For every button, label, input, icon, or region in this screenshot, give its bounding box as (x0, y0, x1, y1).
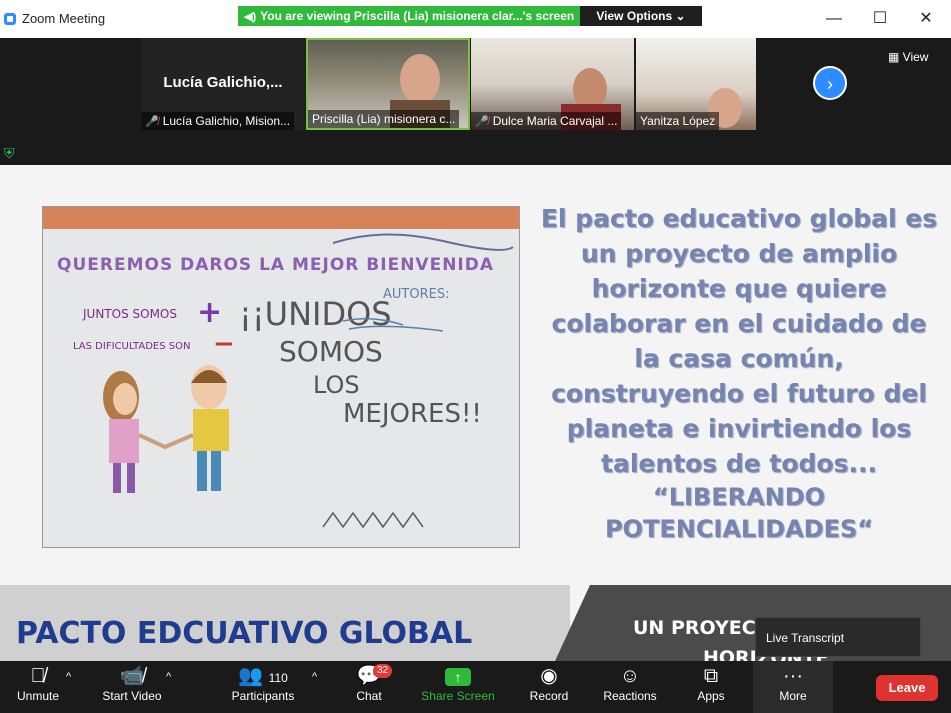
live-transcript-menu-item[interactable]: Live Transcript (755, 617, 921, 657)
close-button[interactable]: ✕ (914, 8, 938, 30)
record-icon: ◉ (540, 665, 558, 687)
drawing-photo: QUEREMOS DAROS LA MEJOR BIENVENIDA JUNTO… (42, 206, 520, 548)
video-tile[interactable]: Lucía Galichio,... 🎤̸ Lucía Galichio, Mis… (141, 38, 305, 130)
apps-icon: ⧉ (703, 665, 719, 687)
more-button[interactable]: ··· More (753, 661, 833, 713)
mic-muted-icon: 🎤̸ (475, 116, 489, 128)
slide-paragraph: El pacto educativo global es un proyecto… (540, 204, 938, 478)
more-dots-icon: ··· (783, 665, 803, 687)
maximize-button[interactable]: ☐ (868, 8, 892, 30)
mic-muted-icon: 🎤̸ (145, 116, 159, 128)
apps-button[interactable]: ⧉ Apps (690, 661, 732, 713)
chevron-right-icon: › (827, 74, 833, 94)
participant-name-label: 🎤̸ Dulce Maria Carvajal ... (471, 112, 622, 130)
view-options-button[interactable]: View Options ⌄ (580, 6, 702, 26)
chevron-down-icon: ⌄ (675, 9, 686, 23)
mic-muted-icon: 🎙̸ (30, 665, 46, 687)
screen-share-icon: ◀) (244, 11, 257, 23)
participants-button[interactable]: 👥 110 Participants (226, 661, 300, 713)
participant-name-label: Priscilla (Lia) misionera c... (308, 110, 460, 128)
start-video-button[interactable]: 📹̸ Start Video (98, 661, 166, 713)
participant-name-label: 🎤̸ Lucía Galichio, Mision... (141, 112, 295, 130)
video-tile-active-speaker[interactable]: Priscilla (Lia) misionera c... (306, 38, 470, 130)
view-button[interactable]: ▦ View (888, 48, 940, 66)
screen-share-banner-text: You are viewing Priscilla (Lia) misioner… (260, 9, 575, 23)
window-title: Zoom Meeting (22, 11, 106, 26)
record-button[interactable]: ◉ Record (524, 661, 574, 713)
participants-count: 110 (268, 671, 288, 685)
leave-button[interactable]: Leave (876, 675, 938, 701)
minimize-button[interactable]: — (822, 8, 846, 30)
video-gallery-strip: Lucía Galichio,... 🎤̸ Lucía Galichio, Mis… (0, 38, 951, 165)
participants-icon: 👥 (238, 665, 264, 687)
reactions-smiley-icon: ☺ (619, 665, 641, 687)
zoom-logo-icon (4, 13, 16, 25)
chat-unread-badge: 32 (373, 664, 393, 678)
participant-face (400, 54, 440, 104)
unmute-button[interactable]: 🎙̸ Unmute (10, 661, 66, 713)
encryption-shield-icon[interactable]: ⛨ (4, 145, 18, 161)
audio-options-caret[interactable]: ^ (66, 671, 71, 683)
slide-footer-subtitle: UN PROYECT (633, 617, 769, 639)
video-tile[interactable]: 🎤̸ Dulce Maria Carvajal ... (471, 38, 634, 130)
participant-name-label: Yanitza López (636, 112, 720, 130)
share-screen-icon: ↑ (445, 668, 471, 686)
participants-options-caret[interactable]: ^ (312, 671, 317, 683)
drawing-figures (103, 233, 514, 529)
shared-screen-slide: QUEREMOS DAROS LA MEJOR BIENVENIDA JUNTO… (0, 165, 951, 669)
reactions-button[interactable]: ☺ Reactions (600, 661, 660, 713)
share-screen-button[interactable]: ↑ Share Screen (420, 661, 496, 713)
video-tile[interactable]: Yanitza López (636, 38, 756, 130)
slide-quote: “LIBERANDO POTENCIALIDADES“ (604, 483, 874, 543)
title-bar: Zoom Meeting ◀) You are viewing Priscilla… (0, 0, 951, 39)
next-page-button[interactable]: › (813, 66, 847, 100)
video-options-caret[interactable]: ^ (166, 671, 171, 683)
participant-big-name: Lucía Galichio,... (163, 74, 283, 91)
slide-footer-title: PACTO EDCUATIVO GLOBAL (16, 616, 473, 651)
screen-share-banner: ◀) You are viewing Priscilla (Lia) mision… (238, 6, 580, 26)
video-off-icon: 📹̸ (119, 665, 145, 687)
grid-view-icon: ▦ (888, 50, 903, 64)
meeting-toolbar: 🎙̸ Unmute ^ 📹̸ Start Video ^ 👥 110 Parti… (0, 661, 951, 713)
